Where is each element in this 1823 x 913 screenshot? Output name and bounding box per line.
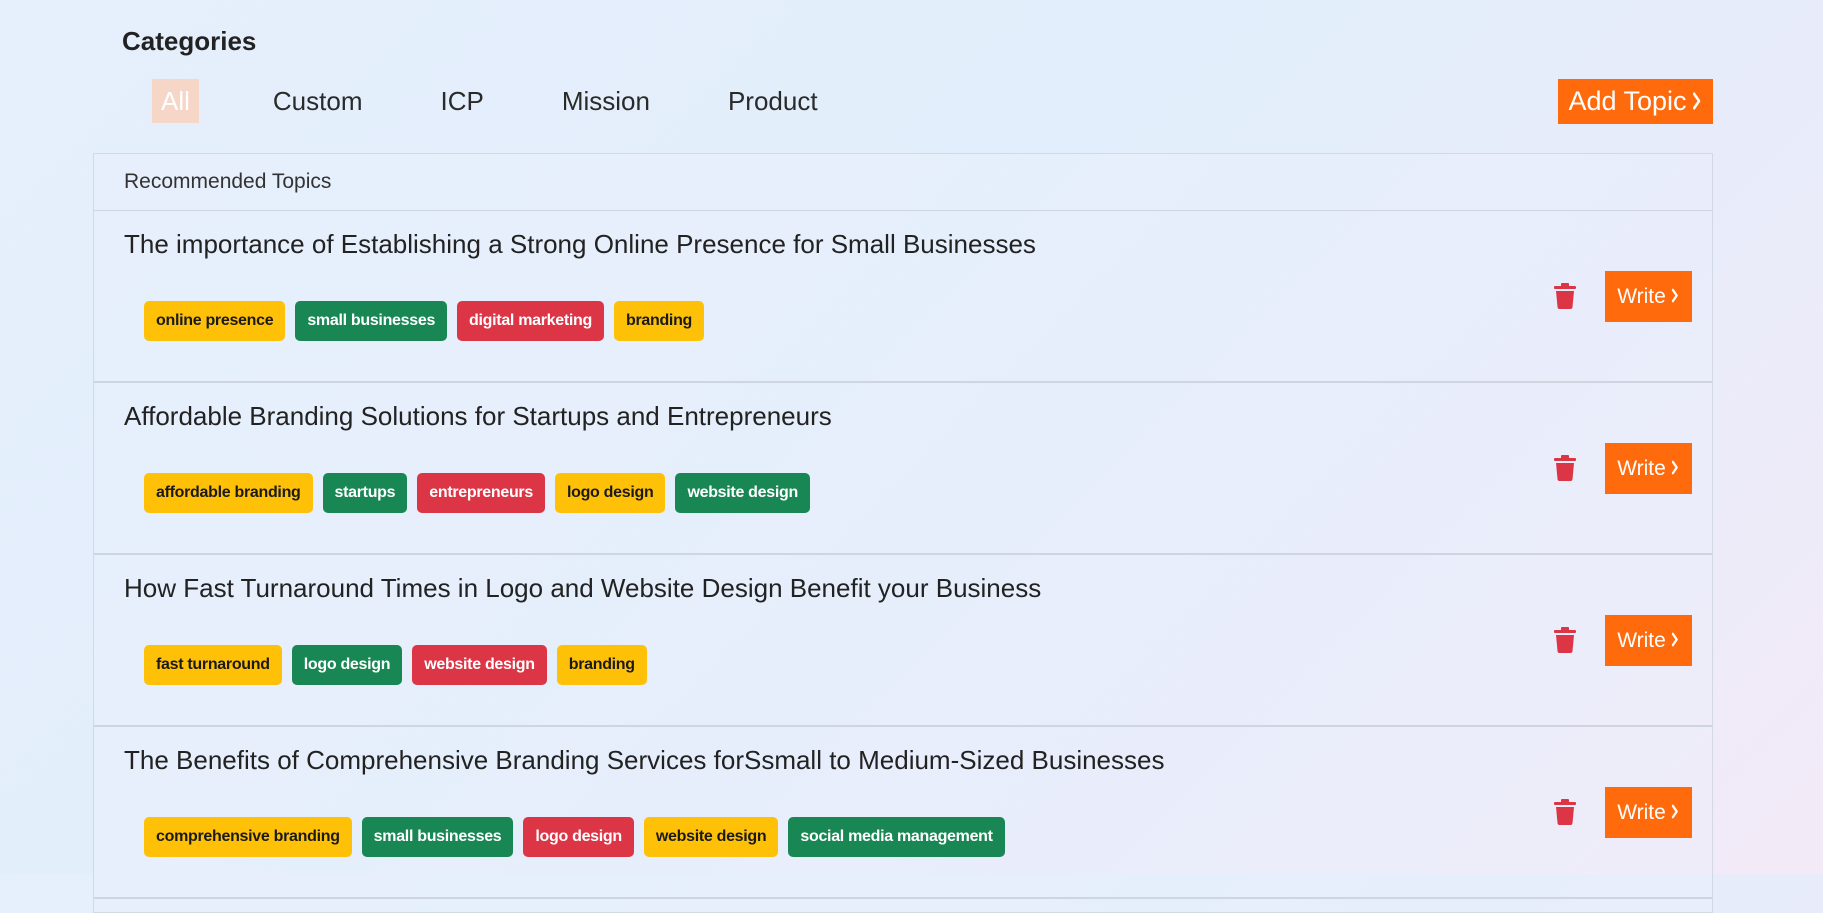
tag: branding — [556, 645, 647, 685]
tag: entrepreneurs — [417, 473, 545, 513]
tag: branding — [613, 301, 705, 341]
tag: digital marketing — [457, 301, 604, 341]
tab-icp[interactable]: ICP — [436, 79, 487, 123]
topic-row: The Benefits of Comprehensive Branding S… — [94, 727, 1712, 899]
tag: website design — [412, 645, 547, 685]
topic-row: How Fast Turnaround Times in Logo and We… — [94, 555, 1712, 727]
category-tabs: All Custom ICP Mission Product — [152, 79, 892, 123]
tab-label: ICP — [440, 85, 484, 116]
tab-mission[interactable]: Mission — [558, 79, 654, 123]
topic-title: Affordable Branding Solutions for Startu… — [124, 401, 832, 431]
tab-label: Mission — [561, 85, 650, 116]
recommended-topics-panel: Recommended Topics The importance of Est… — [93, 153, 1713, 913]
tag: fast turnaround — [144, 645, 282, 685]
trash-icon — [1554, 626, 1576, 658]
chevron-right-icon — [1671, 629, 1678, 653]
tag: affordable branding — [144, 473, 313, 513]
write-button[interactable]: Write — [1605, 787, 1692, 838]
tag: comprehensive branding — [144, 817, 352, 857]
topic-row: The importance of Establishing a Strong … — [94, 211, 1712, 383]
chevron-right-icon — [1671, 801, 1678, 825]
topic-tags: comprehensive branding small businesses … — [144, 817, 1005, 857]
tag: small businesses — [361, 817, 514, 857]
tag: small businesses — [295, 301, 448, 341]
page-title: Categories — [122, 26, 257, 56]
tab-custom[interactable]: Custom — [269, 79, 367, 123]
delete-topic-button[interactable] — [1550, 797, 1580, 831]
topic-tags: fast turnaround logo design website desi… — [144, 645, 647, 685]
write-button[interactable]: Write — [1605, 271, 1692, 322]
write-label: Write — [1617, 456, 1666, 480]
trash-icon — [1554, 282, 1576, 314]
topic-title: The Benefits of Comprehensive Branding S… — [124, 745, 1165, 775]
tab-all[interactable]: All — [152, 79, 199, 123]
write-button[interactable]: Write — [1605, 443, 1692, 494]
tab-label: Product — [727, 85, 818, 116]
chevron-right-icon — [1671, 457, 1678, 481]
tag: website design — [643, 817, 779, 857]
panel-heading: Recommended Topics — [94, 154, 1712, 211]
tag: online presence — [144, 301, 286, 341]
topics-page: Categories All Custom ICP Mission Produc… — [0, 0, 1823, 913]
add-topic-button[interactable]: Add Topic — [1558, 79, 1713, 124]
topic-tags: online presence small businesses digital… — [144, 301, 705, 341]
write-label: Write — [1617, 800, 1666, 824]
topic-title: How Fast Turnaround Times in Logo and We… — [124, 573, 1042, 603]
tag: logo design — [523, 817, 634, 857]
tag: social media management — [788, 817, 1005, 857]
add-topic-label: Add Topic — [1568, 86, 1687, 116]
tag: logo design — [554, 473, 666, 513]
topic-title: The importance of Establishing a Strong … — [124, 229, 1036, 259]
delete-topic-button[interactable] — [1550, 625, 1580, 659]
write-label: Write — [1617, 284, 1666, 308]
chevron-right-icon — [1692, 86, 1700, 117]
write-button[interactable]: Write — [1605, 615, 1692, 666]
trash-icon — [1554, 798, 1576, 830]
tag: website design — [675, 473, 810, 513]
topic-row: Affordable Branding Solutions for Startu… — [94, 383, 1712, 555]
chevron-right-icon — [1671, 285, 1678, 309]
trash-icon — [1554, 454, 1576, 486]
tab-label: Custom — [272, 85, 363, 116]
delete-topic-button[interactable] — [1550, 281, 1580, 315]
topic-tags: affordable branding startups entrepreneu… — [144, 473, 810, 513]
tag: startups — [322, 473, 408, 513]
delete-topic-button[interactable] — [1550, 453, 1580, 487]
tab-label: All — [161, 85, 190, 116]
write-label: Write — [1617, 628, 1666, 652]
tab-product[interactable]: Product — [724, 79, 822, 123]
tag: logo design — [291, 645, 403, 685]
